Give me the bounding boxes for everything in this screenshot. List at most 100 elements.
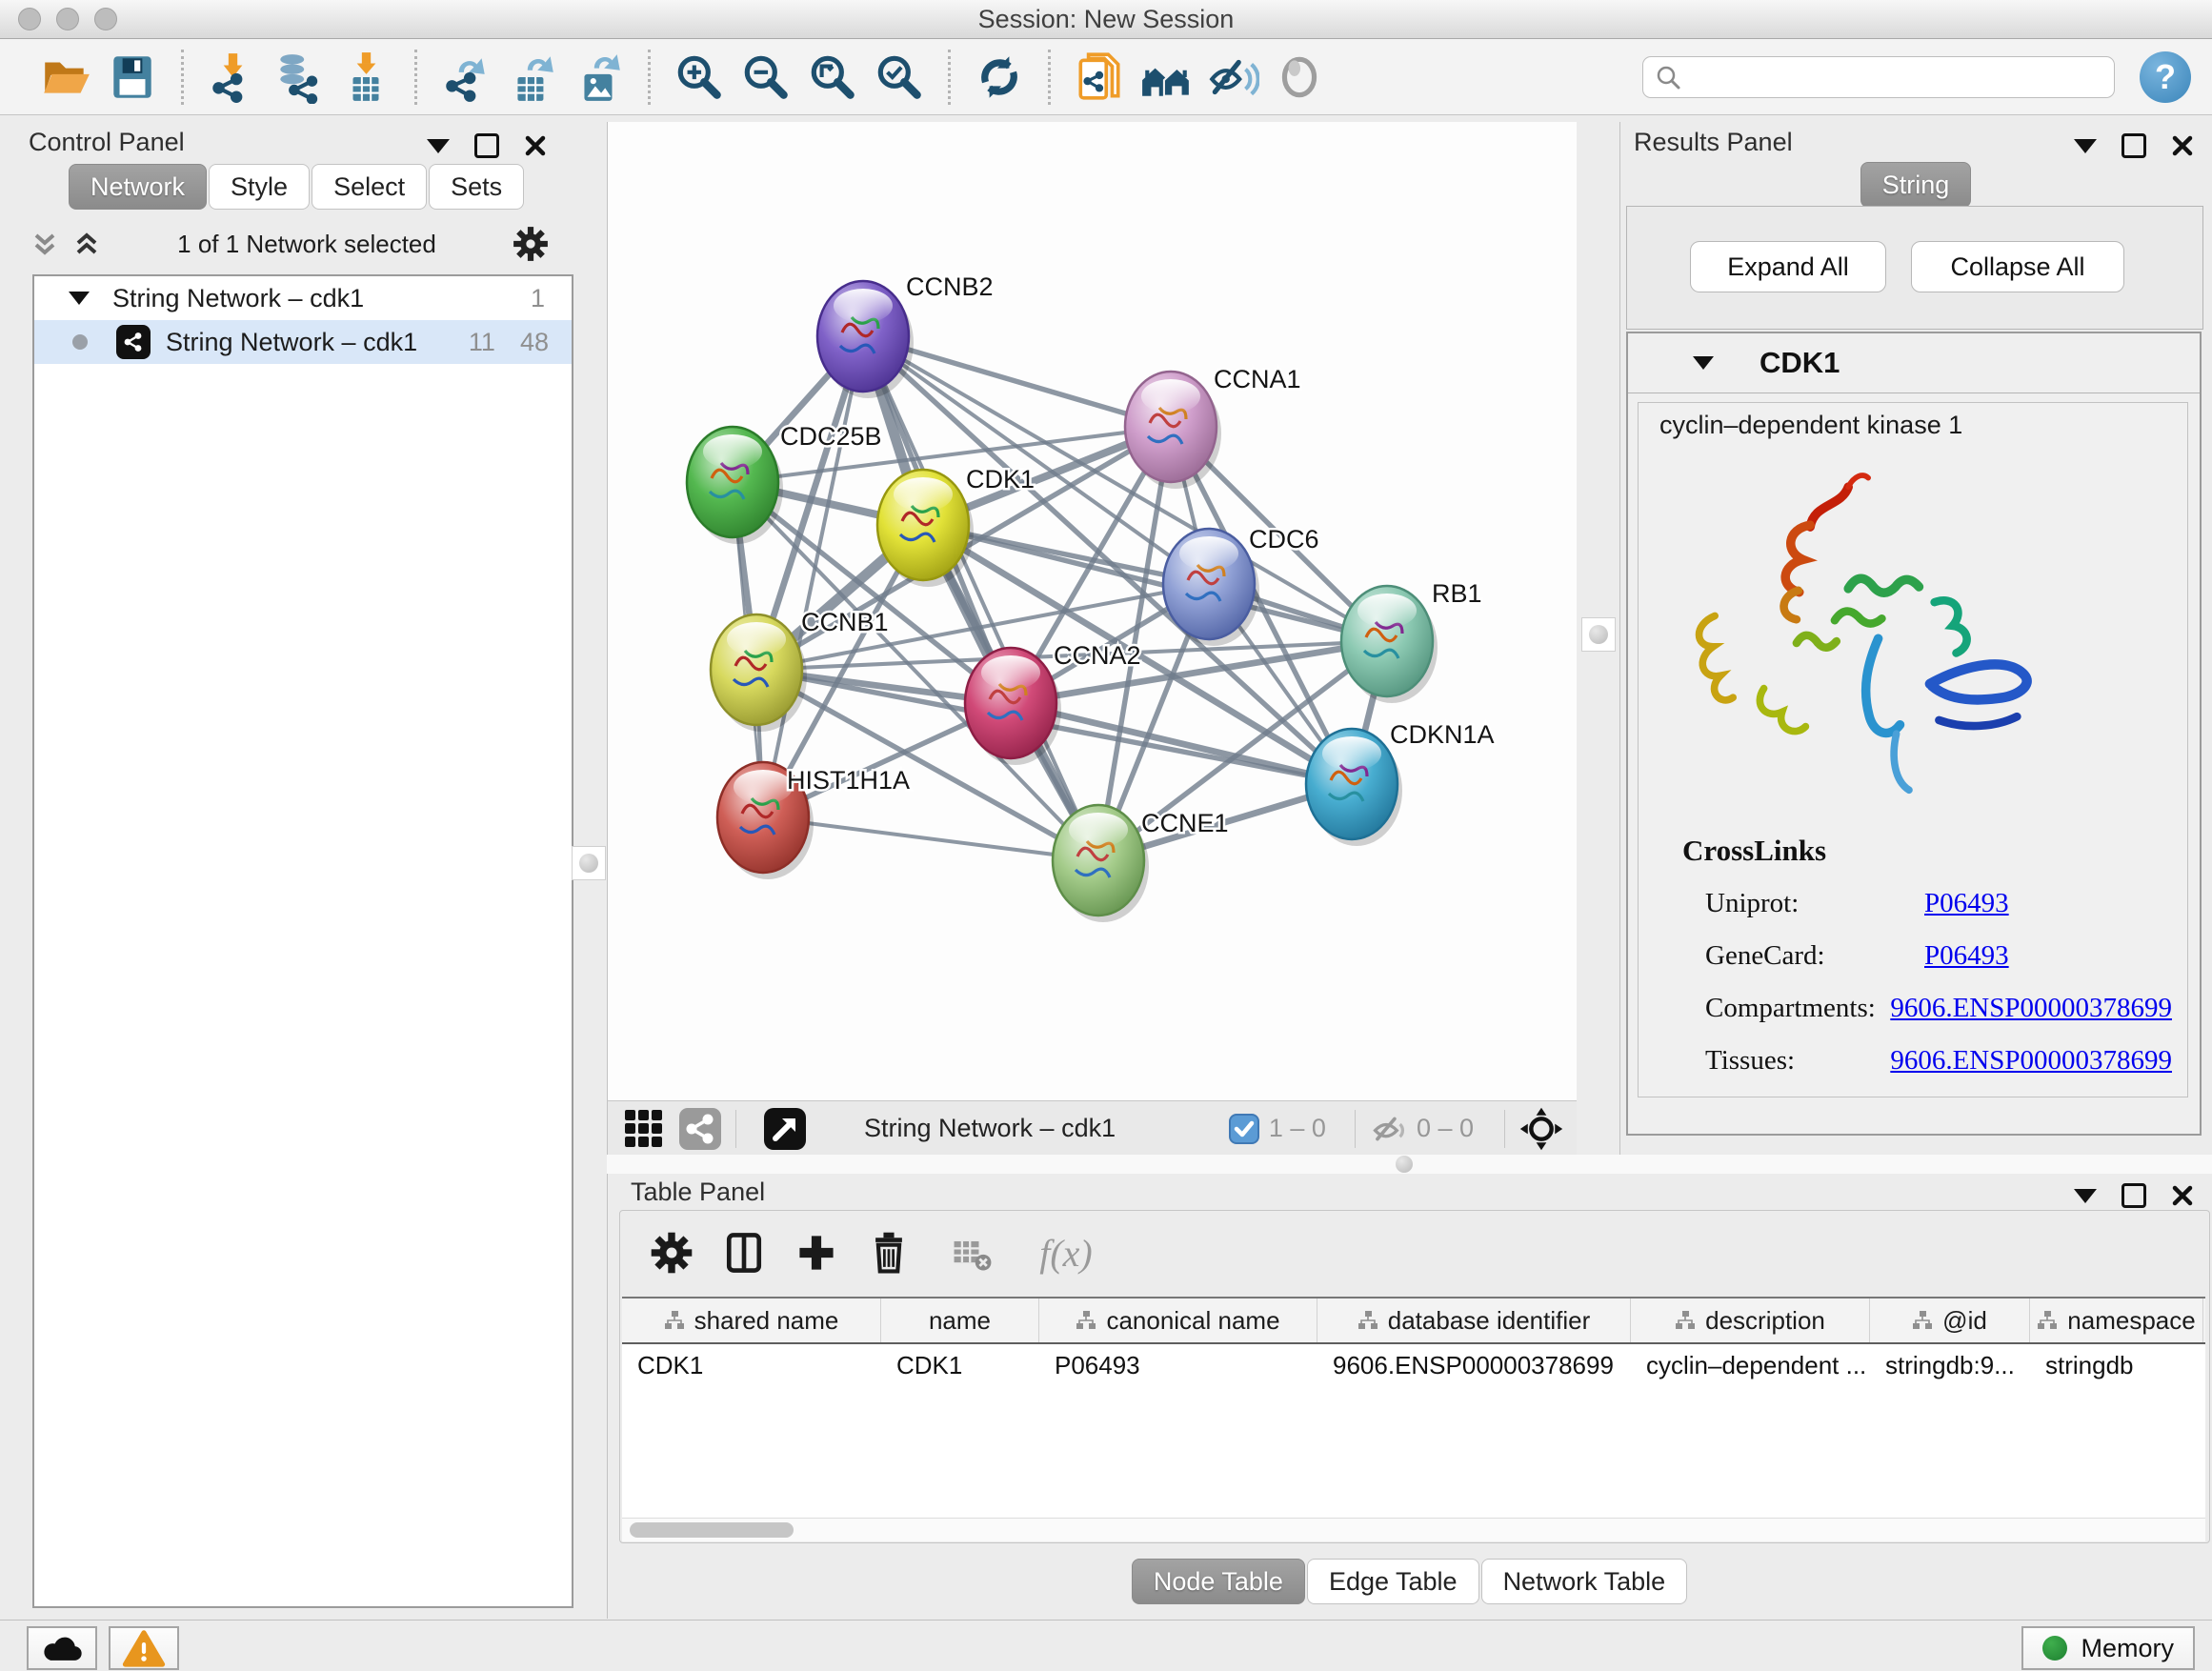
tab-style[interactable]: Style [209,164,310,210]
tab-sets[interactable]: Sets [429,164,524,210]
help-button[interactable]: ? [2140,51,2191,103]
table-row[interactable]: CDK1CDK1P064939606.ENSP00000378699cyclin… [622,1344,2205,1386]
tab-node-table[interactable]: Node Table [1132,1559,1305,1604]
vertical-splitter[interactable] [1577,122,1619,1155]
panel-float-button[interactable] [2122,1183,2146,1208]
show-columns-button[interactable] [717,1226,771,1279]
panel-collapse-button[interactable] [2074,139,2097,153]
scrollbar-thumb[interactable] [630,1522,794,1538]
delete-table-button[interactable] [946,1226,999,1279]
network-node-CDKN1A[interactable]: CDKN1A [1306,720,1495,846]
network-share-icon[interactable] [678,1107,722,1151]
gear-icon[interactable] [511,224,551,264]
section-collapse-icon[interactable] [1693,356,1714,370]
table-cell[interactable]: 9606.ENSP00000378699 [1317,1344,1631,1386]
close-window-button[interactable] [18,8,41,30]
selected-checkbox-icon[interactable] [1229,1114,1259,1144]
zoom-out-button[interactable] [738,50,794,105]
left-splitter-handle[interactable] [572,846,606,880]
tab-edge-table[interactable]: Edge Table [1307,1559,1479,1604]
string-document-button[interactable] [1072,50,1127,105]
collapse-all-button[interactable]: Collapse All [1911,241,2124,292]
grid-view-icon[interactable] [623,1108,665,1150]
panel-close-button[interactable] [2171,1184,2194,1207]
network-node-CCNA2[interactable]: CCNA2 [965,641,1141,765]
crosslink-link[interactable]: P06493 [1924,888,2009,919]
collapse-all-chevron-icon[interactable] [29,228,61,260]
network-collection-row[interactable]: String Network – cdk1 1 [34,276,572,320]
export-table-button[interactable] [505,50,560,105]
network-row-selected[interactable]: String Network – cdk1 11 48 [34,320,572,364]
fit-content-crosshair-icon[interactable] [1518,1106,1564,1152]
export-network-button[interactable] [438,50,493,105]
table-horizontal-scrollbar[interactable] [622,1518,2205,1541]
column-header-shared-name[interactable]: shared name [622,1299,881,1342]
search-input[interactable] [1642,56,2115,98]
column-header-description[interactable]: description [1631,1299,1870,1342]
column-header-namespace[interactable]: namespace [2030,1299,2203,1342]
gene-section-header[interactable]: CDK1 [1628,333,2200,393]
import-network-file-button[interactable] [205,50,260,105]
panel-collapse-button[interactable] [427,139,450,153]
delete-column-button[interactable] [862,1226,915,1279]
table-cell[interactable]: stringdb:9... [1870,1344,2030,1386]
table-cell[interactable]: P06493 [1039,1344,1317,1386]
column-header-name[interactable]: name [881,1299,1039,1342]
tab-network-table[interactable]: Network Table [1481,1559,1688,1604]
panel-float-button[interactable] [2122,133,2146,158]
tab-string[interactable]: String [1860,162,1972,208]
hidden-eye-icon[interactable] [1369,1108,1411,1150]
column-header-canonical-name[interactable]: canonical name [1039,1299,1317,1342]
tab-select[interactable]: Select [312,164,427,210]
add-column-button[interactable] [790,1226,843,1279]
panel-collapse-button[interactable] [2074,1189,2097,1203]
table-cell[interactable]: CDK1 [881,1344,1039,1386]
hide-graphics-button[interactable] [1205,50,1260,105]
memory-button[interactable]: Memory [2021,1626,2195,1670]
network-node-HIST1H1A[interactable]: HIST1H1A [717,762,910,879]
tab-network[interactable]: Network [69,164,207,210]
open-session-button[interactable] [38,50,93,105]
warning-button[interactable] [109,1626,179,1670]
save-session-button[interactable] [105,50,160,105]
network-node-CDK1[interactable]: CDK1 [877,465,1035,587]
column-header-@id[interactable]: @id [1870,1299,2030,1342]
birds-eye-view-icon[interactable] [763,1107,807,1151]
toolbar-separator [1504,1110,1505,1148]
function-builder-button[interactable]: f(x) [1018,1226,1114,1279]
table-cell[interactable]: cyclin–dependent ... [1631,1344,1870,1386]
string-network-graph[interactable]: CCNB2CCNA1CDC25BCDK1CDC6RB1CCNB1CCNA2CDK… [608,122,1578,1100]
export-image-button[interactable] [572,50,627,105]
network-node-CCNB2[interactable]: CCNB2 [817,272,994,398]
crosslink-link[interactable]: 9606.ENSP00000378699 [1890,993,2172,1024]
string-home-button[interactable] [1138,50,1194,105]
sphere-toggle-button[interactable] [1272,50,1327,105]
horizontal-splitter[interactable] [607,1155,2212,1174]
node-table[interactable]: shared namenamecanonical namedatabase id… [622,1297,2205,1520]
table-settings-button[interactable] [645,1226,698,1279]
panel-close-button[interactable] [2171,134,2194,157]
zoom-fit-button[interactable] [805,50,860,105]
zoom-in-button[interactable] [672,50,727,105]
import-network-database-button[interactable] [271,50,327,105]
crosslink-link[interactable]: 9606.ENSP00000378699 [1890,1045,2172,1077]
zoom-selected-button[interactable] [872,50,927,105]
network-node-CCNE1[interactable]: CCNE1 [1053,805,1229,922]
import-table-button[interactable] [338,50,393,105]
minimize-window-button[interactable] [56,8,79,30]
network-canvas[interactable]: CCNB2CCNA1CDC25BCDK1CDC6RB1CCNB1CCNA2CDK… [607,122,1578,1100]
panel-close-button[interactable] [524,134,547,157]
expand-all-chevron-icon[interactable] [70,228,103,260]
expand-all-button[interactable]: Expand All [1690,241,1886,292]
network-node-RB1[interactable]: RB1 [1341,579,1482,703]
table-cell[interactable]: stringdb [2030,1344,2203,1386]
cloud-button[interactable] [27,1626,97,1670]
table-cell[interactable]: CDK1 [622,1344,881,1386]
network-node-CDC6[interactable]: CDC6 [1163,525,1319,646]
zoom-window-button[interactable] [94,8,117,30]
refresh-button[interactable] [972,50,1027,105]
tree-expand-icon[interactable] [69,292,90,305]
panel-float-button[interactable] [474,133,499,158]
crosslink-link[interactable]: P06493 [1924,940,2009,972]
column-header-database-identifier[interactable]: database identifier [1317,1299,1631,1342]
